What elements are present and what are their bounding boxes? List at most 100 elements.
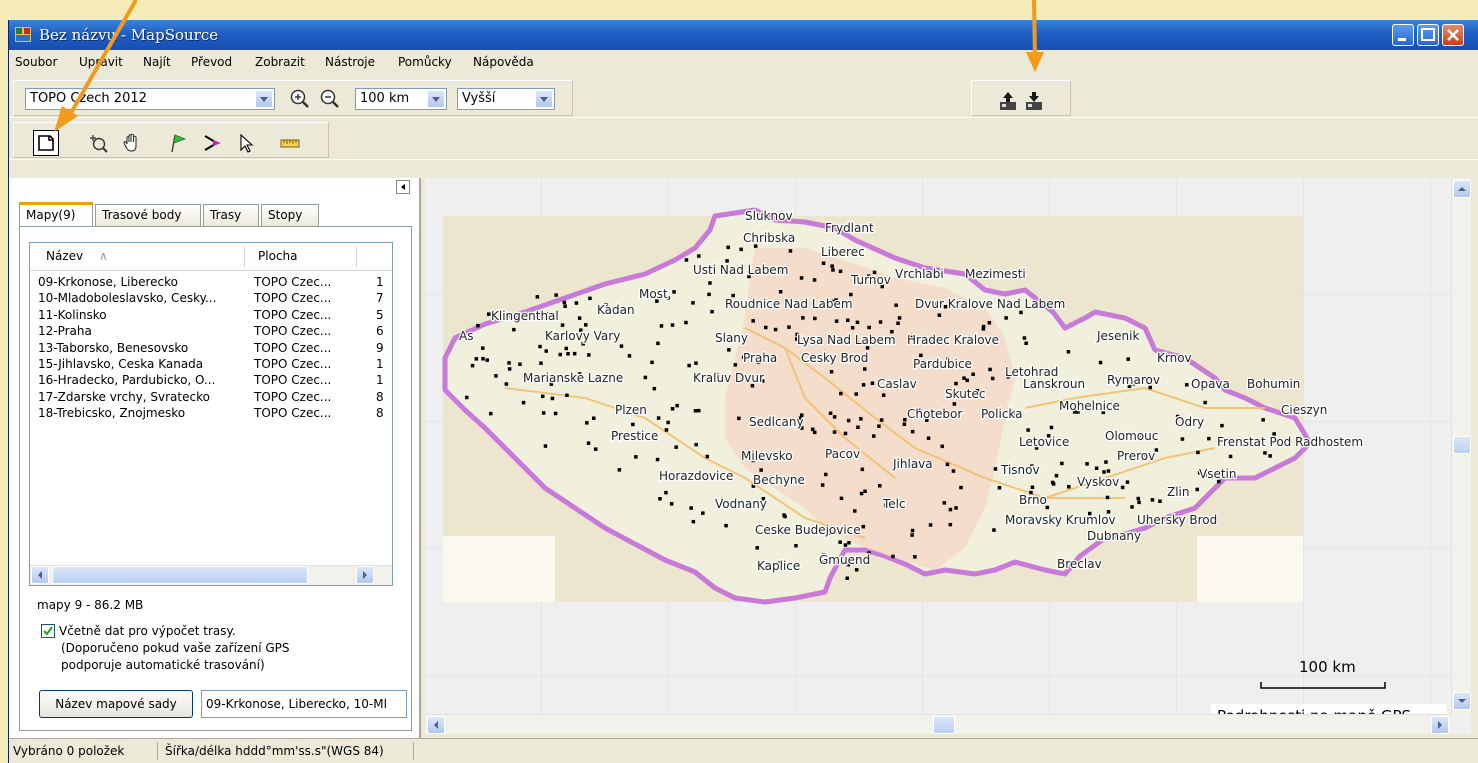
city-label[interactable]: As [458,328,475,345]
menu-napoveda[interactable]: Nápověda [473,55,534,69]
scroll-right-button[interactable] [356,566,374,584]
scroll-thumb[interactable] [52,566,308,584]
city-label[interactable]: Vyskov [1076,474,1121,491]
list-item[interactable]: 13-Taborsko, Benesovsko TOPO Czec... 9 [30,341,392,357]
city-label[interactable]: Chotebor [906,406,964,423]
city-label[interactable]: Sedlcany [748,414,805,431]
detail-level-select[interactable]: Vyšší [457,88,555,110]
city-label[interactable]: Dubnany [1086,528,1143,545]
city-label[interactable]: Frydlant [824,220,875,237]
city-label[interactable]: Odry [1174,414,1206,431]
city-label[interactable]: Sluknov [744,208,794,225]
zoom-tool-icon[interactable] [87,132,109,154]
menu-zobrazit[interactable]: Zobrazit [255,55,305,69]
route-tool-icon[interactable] [201,132,223,154]
city-label[interactable]: Rymarov [1106,372,1161,389]
routing-data-checkbox[interactable] [41,624,55,638]
city-label[interactable]: Lanskroun [1022,376,1087,393]
chevron-down-icon[interactable] [427,90,445,108]
city-label[interactable]: Telc [881,496,907,513]
tab-routes[interactable]: Trasy [203,204,259,226]
city-label[interactable]: Vrchlabi [894,266,945,283]
vertical-scroll-thumb[interactable] [1453,436,1471,454]
city-label[interactable]: Kraluv Dvur [692,370,765,387]
city-label[interactable]: Dvur Kralove Nad Labem [914,296,1067,313]
city-label[interactable]: Cieszyn [1280,402,1329,419]
receive-from-device-icon[interactable] [997,90,1019,112]
city-label[interactable]: Turnov [849,272,892,289]
pointer-icon[interactable] [235,132,257,154]
hand-pan-icon[interactable] [121,132,143,154]
city-label[interactable]: Jihlava [891,456,934,473]
send-to-device-icon[interactable] [1023,90,1045,112]
city-label[interactable]: Horazdovice [658,468,735,485]
minimize-button[interactable] [1392,24,1414,46]
city-label[interactable]: Liberec [820,244,866,261]
city-label[interactable]: Kaplice [756,558,802,575]
mapset-name-field[interactable]: 09-Krkonose, Liberecko, 10-Ml [201,690,407,718]
city-label[interactable]: Prestice [610,428,660,445]
list-item[interactable]: 18-Trebicsko, Znojmesko TOPO Czec... 8 [30,406,392,422]
list-item[interactable]: 09-Krkonose, Liberecko TOPO Czec... 1 [30,275,392,291]
city-label[interactable]: Breclav [1056,556,1103,573]
list-item[interactable]: 15-Jihlavsko, Ceska Kanada TOPO Czec... 1 [30,357,392,373]
city-label[interactable]: Skutec [944,386,987,403]
list-item[interactable]: 16-Hradecko, Pardubicko, O... TOPO Czec..… [30,373,392,389]
map-vertical-scrollbar[interactable] [1451,178,1471,714]
city-label[interactable]: Pacov [824,446,862,463]
scroll-left-button[interactable] [427,716,445,734]
city-label[interactable]: Vsetin [1198,466,1238,483]
city-label[interactable]: Chribska [742,230,797,247]
waypoint-flag-icon[interactable] [167,132,189,154]
zoom-in-icon[interactable] [289,88,311,110]
chevron-down-icon[interactable] [535,90,553,108]
scroll-right-button[interactable] [1431,716,1449,734]
collapse-panel-button[interactable] [396,180,410,194]
title-bar[interactable]: Bez názvu - MapSource [9,20,1478,50]
city-label[interactable]: Slany [714,330,750,347]
city-label[interactable]: Usti Nad Labem [692,262,790,279]
tab-maps[interactable]: Mapy(9) [19,202,93,227]
list-item[interactable]: 11-Kolinsko TOPO Czec... 5 [30,308,392,324]
city-label[interactable]: Uhersky Brod [1136,512,1219,529]
chevron-down-icon[interactable] [255,90,273,108]
city-label[interactable]: Letovice [1018,434,1071,451]
list-item[interactable]: 10-Mladoboleslavsko, Cesky... TOPO Czec..… [30,291,392,307]
horizontal-scroll-thumb[interactable] [933,716,955,734]
column-divider[interactable] [244,247,245,267]
scroll-down-button[interactable] [1453,692,1471,710]
list-item[interactable]: 12-Praha TOPO Czec... 6 [30,324,392,340]
city-label[interactable]: Bohumin [1246,376,1302,393]
city-label[interactable]: Tisnov [999,462,1041,479]
city-label[interactable]: Plzen [614,402,648,419]
menu-pomucky[interactable]: Pomůcky [398,55,452,69]
city-label[interactable]: Moravsky Krumlov [1004,512,1117,529]
maps-list[interactable]: Název ∧ Plocha 09-Krkonose, Liberecko TOP… [29,242,393,586]
city-label[interactable]: Frenstat Pod Radhostem [1216,434,1365,451]
city-label[interactable]: Klingenthal [490,308,560,325]
city-label[interactable]: Mezimesti [964,266,1027,283]
city-label[interactable]: Milevsko [740,448,794,465]
city-label[interactable]: Krnov [1156,350,1193,367]
city-label[interactable]: Kadan [596,302,636,319]
city-label[interactable]: Praha [742,350,779,367]
scroll-left-button[interactable] [31,566,49,584]
column-header-name[interactable]: Název ∧ [46,249,108,263]
maximize-button[interactable] [1417,24,1439,46]
map-view[interactable]: Sluknov Chribska Frydlant Liberec Usti Nad L… [425,178,1471,734]
city-label[interactable]: Caslav [876,376,918,393]
zoom-level-select[interactable]: 100 km [355,88,447,110]
city-label[interactable]: Pardubice [912,356,973,373]
city-label[interactable]: Policka [980,406,1024,423]
map-canvas[interactable]: Sluknov Chribska Frydlant Liberec Usti Nad L… [425,178,1471,734]
tab-waypoints[interactable]: Trasové body [95,204,201,226]
menu-nastroje[interactable]: Nástroje [325,55,375,69]
city-label[interactable]: Karlovy Vary [544,328,622,345]
city-label[interactable]: Roudnice Nad Labem [724,296,854,313]
list-item[interactable]: 17-Zdarske vrchy, Svratecko TOPO Czec... 8 [30,390,392,406]
column-header-area[interactable]: Plocha [258,249,297,263]
menu-prevod[interactable]: Převod [191,55,232,69]
city-label[interactable]: Cesky Brod [800,350,870,367]
city-label[interactable]: Mohelnice [1058,398,1121,415]
scroll-up-button[interactable] [1453,180,1471,198]
